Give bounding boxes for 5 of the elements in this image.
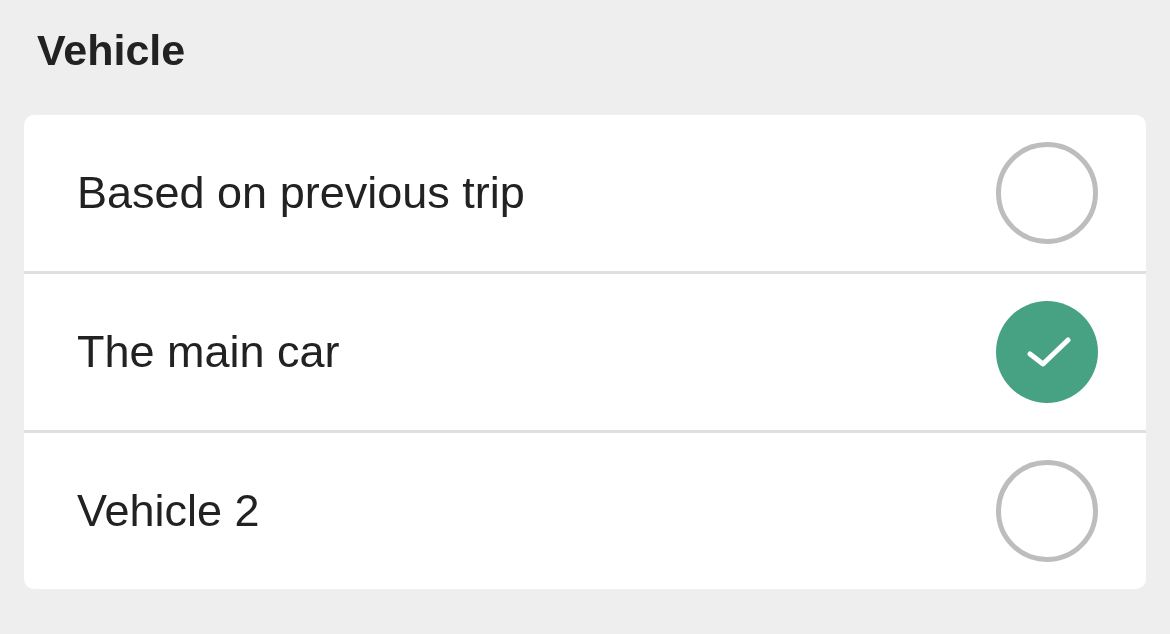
option-label: Based on previous trip bbox=[77, 166, 525, 220]
section-title: Vehicle bbox=[37, 25, 186, 74]
option-label: The main car bbox=[77, 325, 340, 379]
option-label: Vehicle 2 bbox=[77, 484, 260, 538]
check-icon bbox=[1026, 337, 1071, 367]
